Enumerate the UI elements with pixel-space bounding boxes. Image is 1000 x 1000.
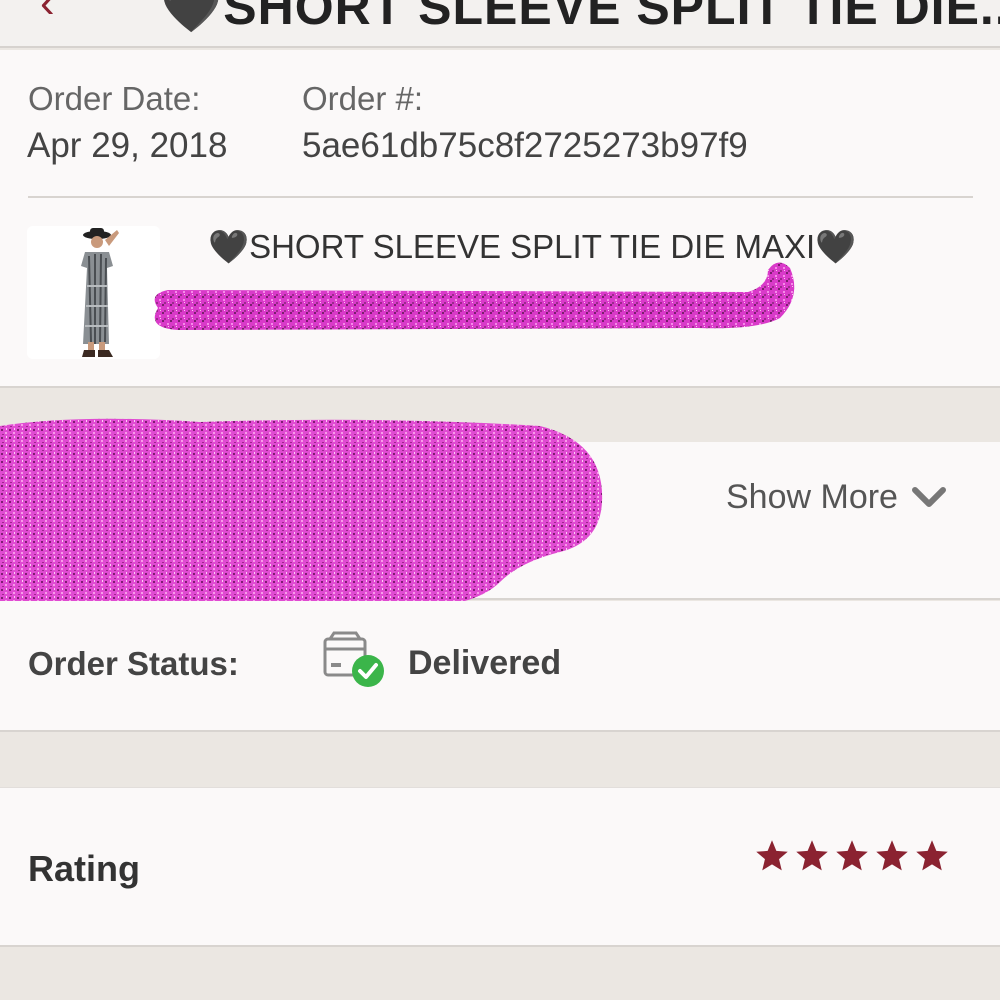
star-icon[interactable] [794,838,830,874]
order-date-label: Order Date: [28,80,201,117]
order-number-value: 5ae61db75c8f2725273b97f9 [302,126,748,165]
order-card: Order Date: Apr 29, 2018 Order #: 5ae61d… [0,50,1000,388]
order-date-value: Apr 29, 2018 [27,126,228,165]
star-icon[interactable] [914,838,950,874]
back-chevron-icon[interactable]: ‹ [40,0,55,28]
redaction-scribble [0,418,603,619]
star-icon[interactable] [834,838,870,874]
order-status-value: Delivered [408,644,562,682]
show-more-label: Show More [726,478,898,516]
star-icon[interactable] [874,838,910,874]
black-heart-icon: 🖤 [815,228,857,265]
show-more-button[interactable]: Show More [726,478,946,517]
package-check-icon [323,631,384,687]
order-status-card: Order Status: Delivered [0,601,1000,732]
rating-label: Rating [28,848,140,889]
divider [28,196,973,198]
star-icon[interactable] [754,838,790,874]
top-bar: ‹ 🖤SHORT SLEEVE SPLIT TIE DIE... [0,0,1000,48]
order-number-label: Order #: [302,80,424,117]
page-title: 🖤SHORT SLEEVE SPLIT TIE DIE... [160,0,1000,35]
chevron-down-icon [911,486,946,507]
redaction-scribble [154,262,795,330]
order-status-label: Order Status: [28,645,239,682]
rating-card: Rating [0,787,1000,947]
star-rating[interactable] [754,838,950,874]
